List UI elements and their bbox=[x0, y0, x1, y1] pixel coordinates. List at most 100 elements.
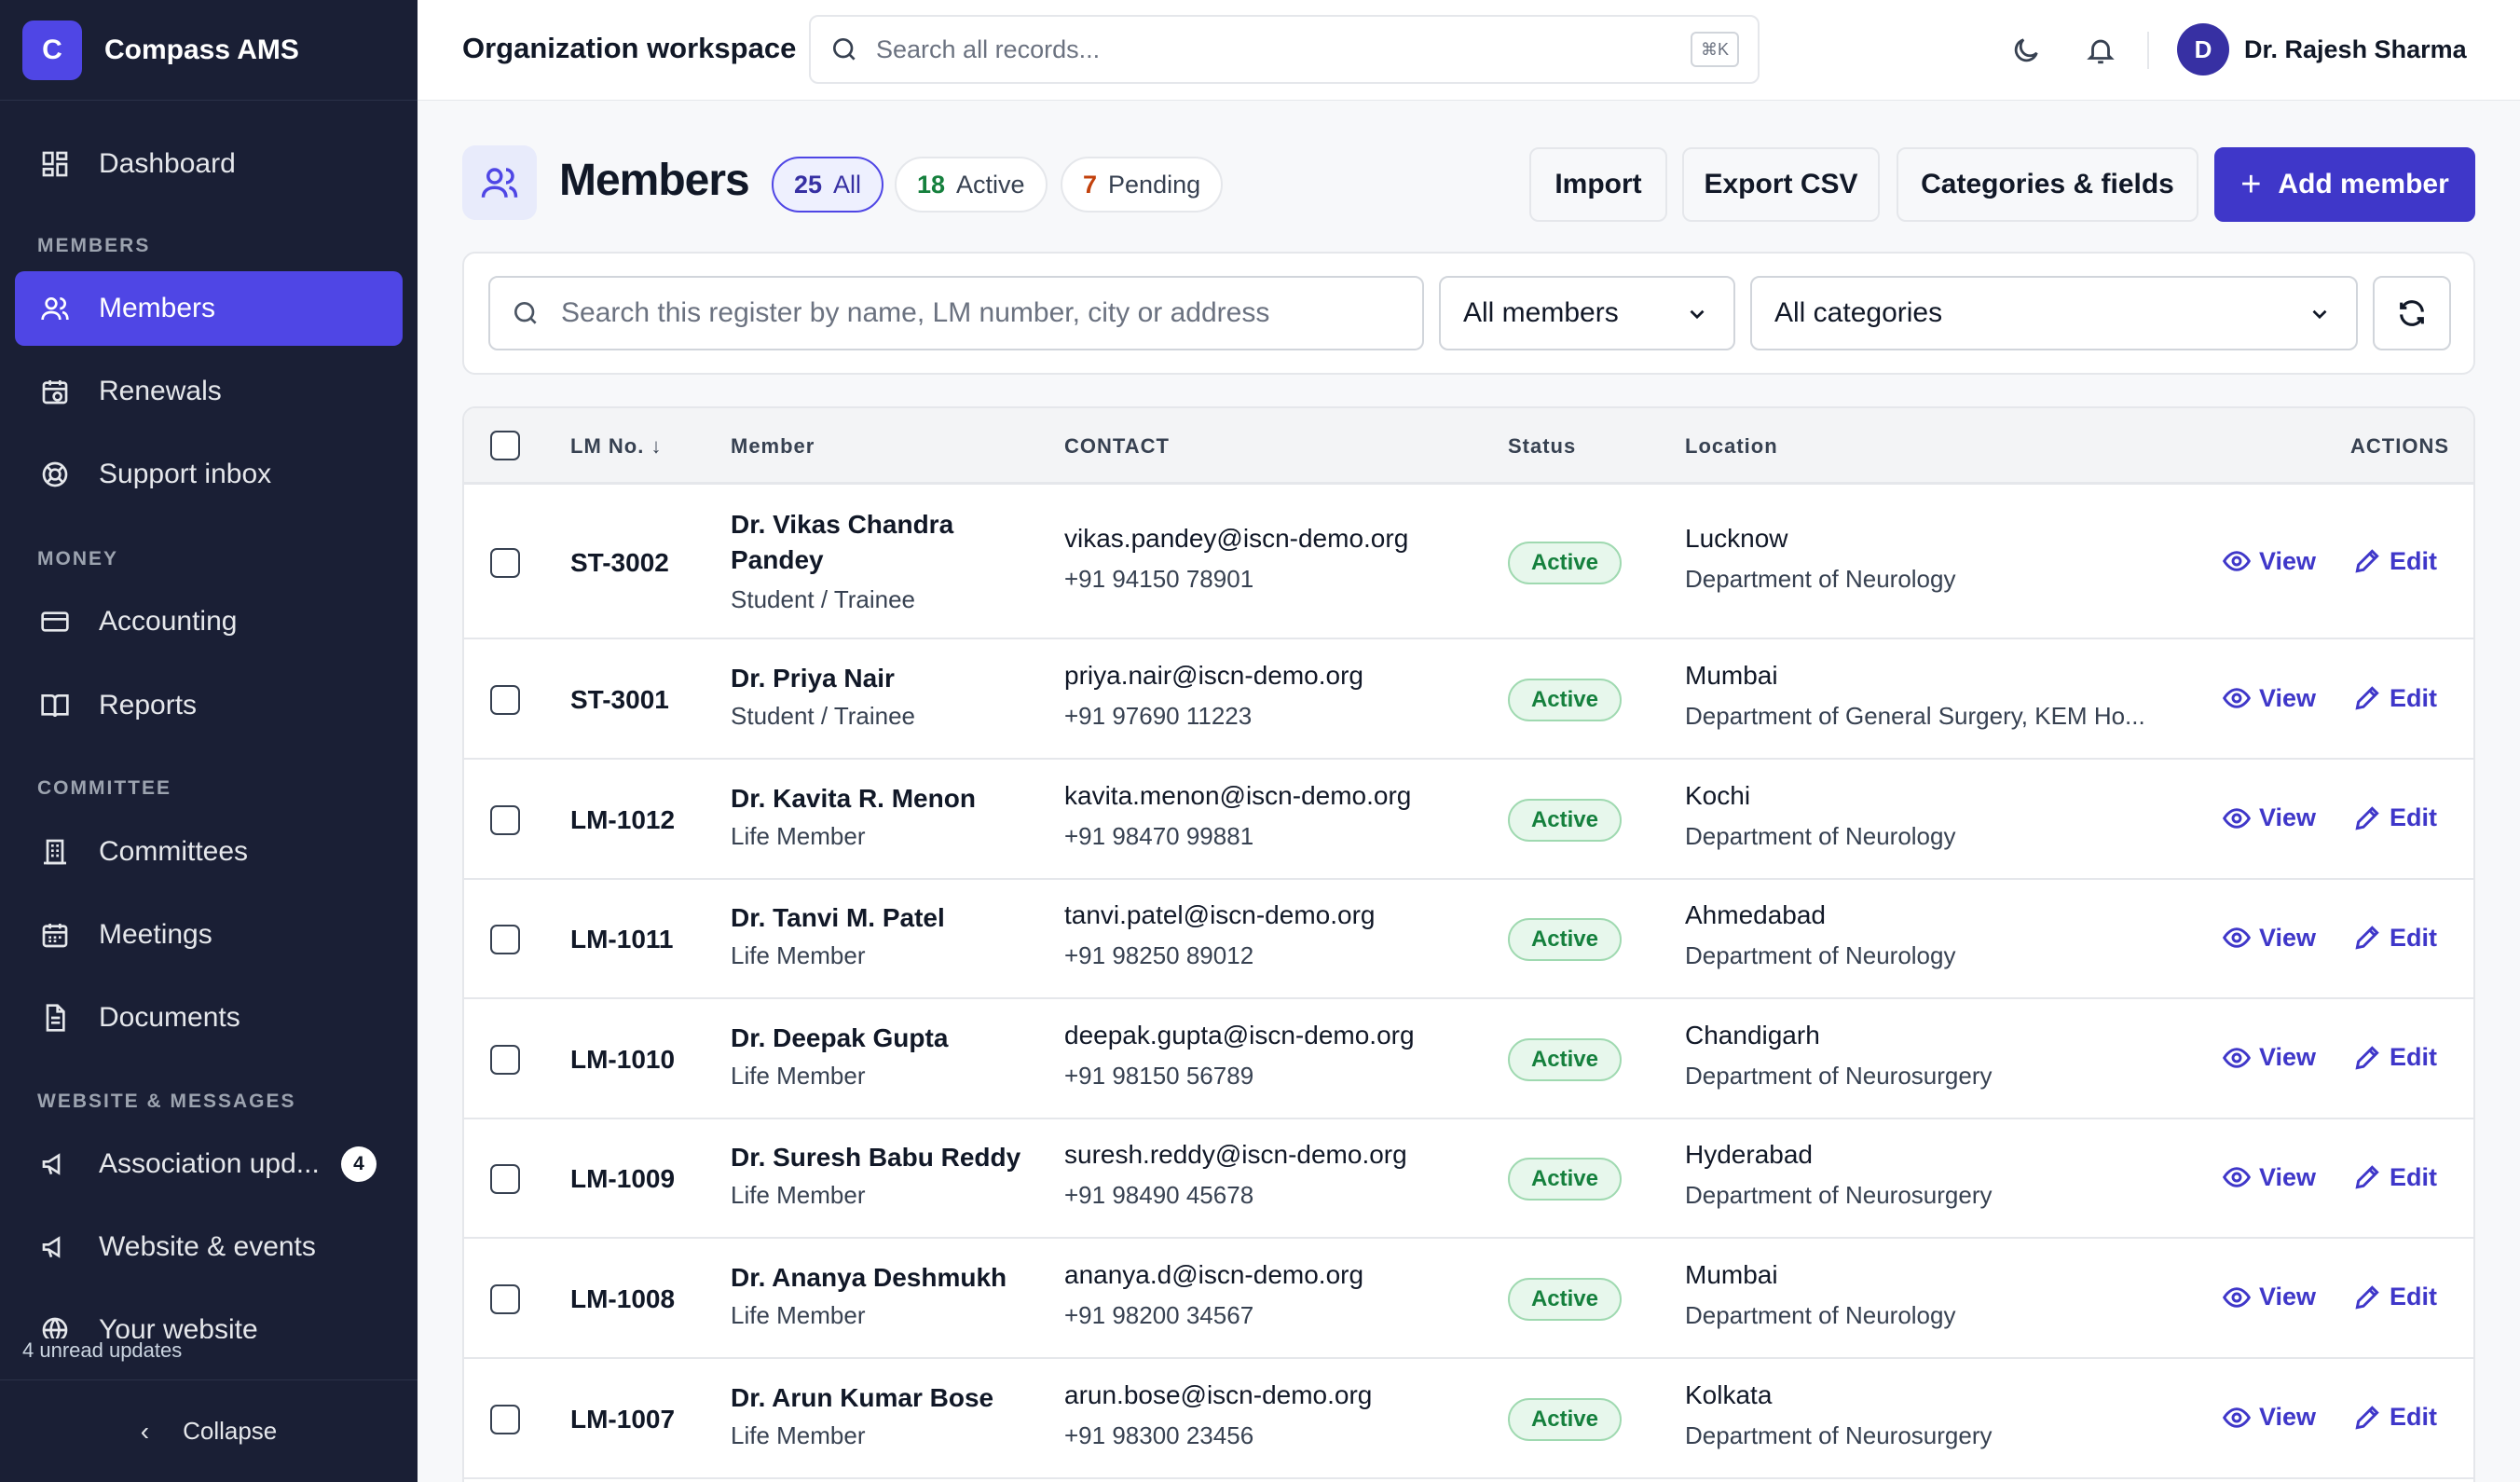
row-checkbox[interactable] bbox=[490, 1404, 520, 1434]
member-email[interactable]: deepak.gupta@iscn-demo.org bbox=[1064, 1021, 1415, 1050]
member-category: Life Member bbox=[731, 1300, 866, 1329]
sidebar-item-meetings[interactable]: Meetings bbox=[15, 898, 403, 972]
book-open-icon bbox=[39, 690, 71, 721]
sidebar-item-dashboard[interactable]: Dashboard bbox=[15, 127, 403, 201]
view-button[interactable]: View bbox=[2222, 803, 2316, 833]
view-label: View bbox=[2259, 683, 2317, 712]
user-name[interactable]: Dr. Rajesh Sharma bbox=[2244, 35, 2467, 64]
column-header-location[interactable]: Location bbox=[1685, 434, 1778, 459]
sidebar-item-association-updates[interactable]: Association upd... 4 bbox=[15, 1127, 403, 1201]
member-name[interactable]: Dr. Kavita R. Menon bbox=[731, 781, 1048, 816]
register-search-input[interactable]: Search this register by name, LM number,… bbox=[488, 276, 1424, 350]
member-phone: +91 98150 56789 bbox=[1064, 1061, 1254, 1090]
member-email[interactable]: kavita.menon@iscn-demo.org bbox=[1064, 781, 1411, 811]
member-name[interactable]: Dr. Tanvi M. Patel bbox=[731, 900, 1048, 936]
view-button[interactable]: View bbox=[2222, 1403, 2316, 1433]
edit-button[interactable]: Edit bbox=[2352, 803, 2437, 833]
row-checkbox[interactable] bbox=[490, 1044, 520, 1075]
member-name[interactable]: Dr. Suresh Babu Reddy bbox=[731, 1140, 1048, 1175]
table-row[interactable]: LM-1010 Dr. Deepak Gupta Life Member deepak… bbox=[464, 999, 2473, 1119]
table-row[interactable]: LM-1012 Dr. Kavita R. Menon Life Member kav… bbox=[464, 760, 2473, 880]
sidebar-item-label: Committees bbox=[99, 836, 249, 867]
global-search-input[interactable]: Search all records... ⌘K bbox=[809, 15, 1760, 84]
sidebar-item-label: Documents bbox=[99, 1002, 240, 1033]
sidebar-item-renewals[interactable]: Renewals bbox=[15, 354, 403, 429]
member-email[interactable]: priya.nair@iscn-demo.org bbox=[1064, 661, 1363, 691]
sidebar-item-committees[interactable]: Committees bbox=[15, 815, 403, 889]
member-name[interactable]: Dr. Deepak Gupta bbox=[731, 1021, 1048, 1056]
view-button[interactable]: View bbox=[2222, 683, 2316, 713]
row-checkbox[interactable] bbox=[490, 685, 520, 715]
view-button[interactable]: View bbox=[2222, 1162, 2316, 1192]
sidebar-item-accounting[interactable]: Accounting bbox=[15, 584, 403, 659]
table-row[interactable]: ST-3002 Dr. Vikas Chandra Pandey Student /… bbox=[464, 487, 2473, 639]
member-filter-select[interactable]: All members bbox=[1439, 276, 1735, 350]
brand[interactable]: C Compass AMS bbox=[0, 0, 418, 101]
row-checkbox[interactable] bbox=[490, 548, 520, 578]
sidebar-item-support-inbox[interactable]: Support inbox bbox=[15, 437, 403, 512]
edit-button[interactable]: Edit bbox=[2352, 1043, 2437, 1073]
sidebar-item-members[interactable]: Members bbox=[15, 271, 403, 346]
table-row[interactable]: LM-1009 Dr. Suresh Babu Reddy Life Member s… bbox=[464, 1119, 2473, 1239]
view-label: View bbox=[2259, 1043, 2317, 1071]
row-checkbox[interactable] bbox=[490, 804, 520, 835]
export-csv-button[interactable]: Export CSV bbox=[1682, 147, 1880, 222]
member-email[interactable]: arun.bose@iscn-demo.org bbox=[1064, 1380, 1372, 1410]
refresh-button[interactable] bbox=[2373, 276, 2451, 350]
category-filter-select[interactable]: All categories bbox=[1750, 276, 2358, 350]
row-checkbox[interactable] bbox=[490, 1283, 520, 1314]
view-button[interactable]: View bbox=[2222, 1283, 2316, 1312]
notifications-button[interactable] bbox=[2082, 32, 2119, 69]
pencil-icon bbox=[2355, 1045, 2379, 1070]
sidebar-item-label: Support inbox bbox=[99, 459, 272, 489]
edit-button[interactable]: Edit bbox=[2352, 683, 2437, 713]
member-email[interactable]: suresh.reddy@iscn-demo.org bbox=[1064, 1140, 1407, 1170]
add-member-button[interactable]: + Add member bbox=[2214, 147, 2475, 222]
member-name[interactable]: Dr. Vikas Chandra Pandey bbox=[731, 507, 1048, 578]
arrow-down-icon: ↓ bbox=[651, 434, 663, 458]
member-email[interactable]: tanvi.patel@iscn-demo.org bbox=[1064, 900, 1375, 930]
sidebar-item-documents[interactable]: Documents bbox=[15, 981, 403, 1055]
filter-pill-all[interactable]: 25 All bbox=[772, 157, 884, 213]
categories-fields-button[interactable]: Categories & fields bbox=[1897, 147, 2198, 222]
avatar[interactable]: D bbox=[2177, 23, 2229, 75]
member-name[interactable]: Dr. Arun Kumar Bose bbox=[731, 1380, 1048, 1416]
table-row[interactable]: ST-3001 Dr. Priya Nair Student / Trainee pr… bbox=[464, 640, 2473, 760]
dark-mode-toggle[interactable] bbox=[2007, 32, 2045, 69]
member-email[interactable]: ananya.d@iscn-demo.org bbox=[1064, 1260, 1363, 1290]
edit-button[interactable]: Edit bbox=[2352, 546, 2437, 576]
select-all-checkbox[interactable] bbox=[490, 431, 520, 460]
filter-pill-pending[interactable]: 7 Pending bbox=[1061, 157, 1224, 213]
sidebar-item-label: Association upd... bbox=[99, 1148, 320, 1179]
edit-button[interactable]: Edit bbox=[2352, 1283, 2437, 1312]
column-header-member[interactable]: Member bbox=[731, 434, 815, 459]
filter-pill-active[interactable]: 18 Active bbox=[895, 157, 1048, 213]
import-button[interactable]: Import bbox=[1529, 147, 1667, 222]
workspace-title: Organization workspace bbox=[462, 32, 797, 64]
edit-button[interactable]: Edit bbox=[2352, 1162, 2437, 1192]
status-badge: Active bbox=[1508, 798, 1622, 842]
lm-number: LM-1010 bbox=[570, 1044, 676, 1074]
member-email[interactable]: vikas.pandey@iscn-demo.org bbox=[1064, 524, 1408, 554]
table-row[interactable]: LM-1008 Dr. Ananya Deshmukh Life Member ana… bbox=[464, 1239, 2473, 1359]
view-button[interactable]: View bbox=[2222, 546, 2316, 576]
column-header-status[interactable]: Status bbox=[1508, 434, 1576, 459]
member-phone: +91 94150 78901 bbox=[1064, 565, 1254, 593]
row-checkbox[interactable] bbox=[490, 1164, 520, 1194]
member-name[interactable]: Dr. Priya Nair bbox=[731, 661, 1048, 696]
view-button[interactable]: View bbox=[2222, 1043, 2316, 1073]
row-checkbox[interactable] bbox=[490, 925, 520, 954]
collapse-button[interactable]: ‹ Collapse bbox=[0, 1379, 418, 1482]
view-button[interactable]: View bbox=[2222, 923, 2316, 953]
edit-button[interactable]: Edit bbox=[2352, 923, 2437, 953]
column-header-lm[interactable]: LM No. ↓ bbox=[570, 434, 662, 459]
member-category: Life Member bbox=[731, 941, 866, 969]
sidebar-item-website-events[interactable]: Website & events bbox=[15, 1210, 403, 1284]
edit-button[interactable]: Edit bbox=[2352, 1403, 2437, 1433]
member-phone: +91 98250 89012 bbox=[1064, 941, 1254, 969]
table-row[interactable]: LM-1007 Dr. Arun Kumar Bose Life Member aru… bbox=[464, 1359, 2473, 1479]
member-department: Department of Neurosurgery bbox=[1685, 1420, 1993, 1449]
table-row[interactable]: LM-1011 Dr. Tanvi M. Patel Life Member tanv… bbox=[464, 880, 2473, 999]
member-name[interactable]: Dr. Ananya Deshmukh bbox=[731, 1260, 1048, 1296]
sidebar-item-reports[interactable]: Reports bbox=[15, 668, 403, 743]
